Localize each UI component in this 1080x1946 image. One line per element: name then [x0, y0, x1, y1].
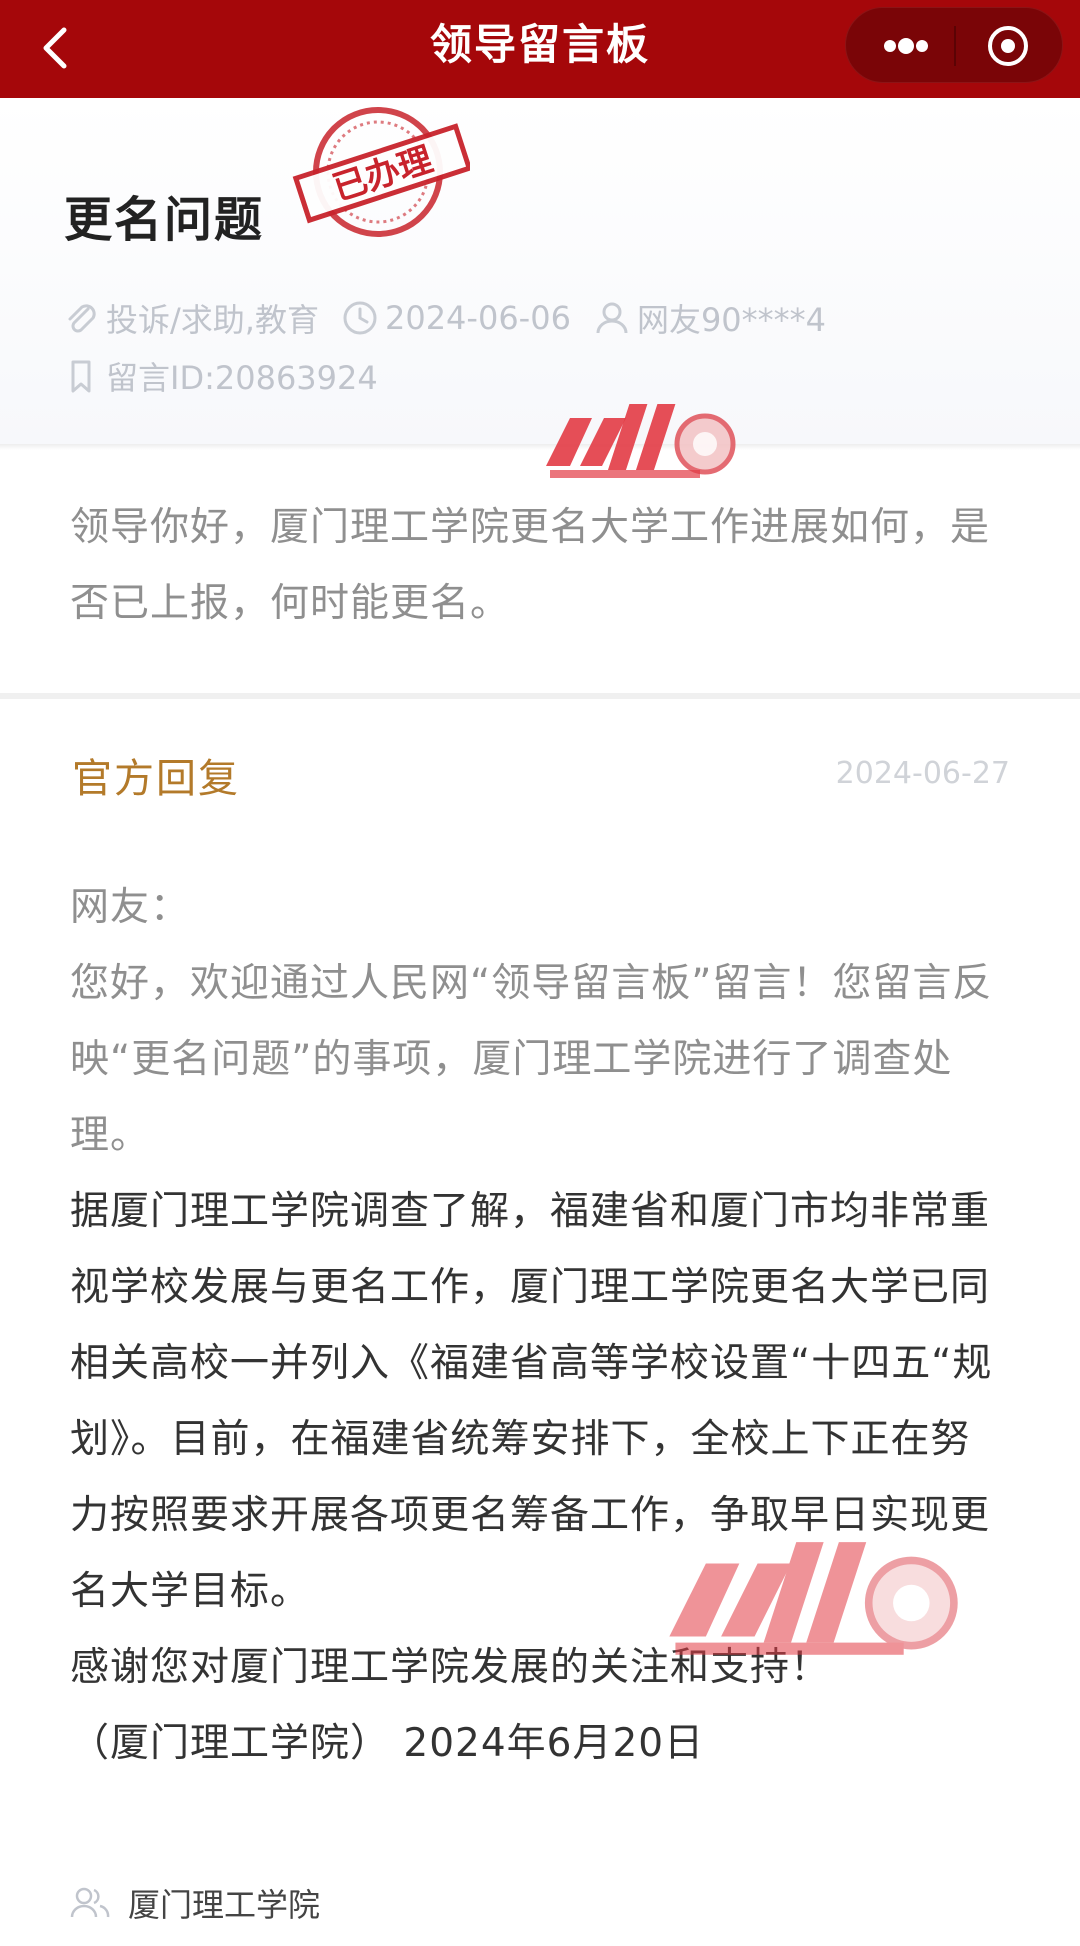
target-circle-icon	[988, 26, 1028, 66]
close-mini-program-button[interactable]	[966, 16, 1050, 76]
post-meta-row-2: 留言ID:20863924	[62, 354, 400, 398]
paperclip-icon	[68, 304, 96, 333]
more-dots-icon	[884, 38, 928, 54]
more-button[interactable]	[862, 16, 946, 76]
user-icon	[596, 302, 628, 334]
category-text: 投诉/求助,教育	[106, 301, 319, 339]
official-reply-label: 官方回复	[72, 756, 240, 802]
meta-date: 2024-06-06	[341, 299, 571, 337]
reply-greeting: 网友：	[70, 885, 191, 930]
post-meta-row-1: 投诉/求助,教育 2024-06-06 网友90****4	[62, 296, 848, 340]
bookmark-icon	[71, 360, 91, 393]
post-title: 更名问题	[64, 192, 265, 248]
reply-paragraph-1: 您好，欢迎通过人民网“领导留言板”留言！您留言反映“更名问题”的事项，厦门理工学…	[70, 961, 993, 1158]
message-id-text: 留言ID:20863924	[106, 359, 378, 397]
meta-message-id: 留言ID:20863924	[62, 353, 378, 399]
group-users-icon	[70, 1887, 110, 1918]
organization-name: 厦门理工学院	[128, 1886, 321, 1924]
reply-organization: 厦门理工学院	[70, 1880, 320, 1926]
mini-program-capsule	[845, 7, 1063, 83]
processed-stamp: 已办理	[292, 107, 470, 237]
reply-date: 2024-06-27	[835, 756, 1010, 791]
reply-signature: （厦门理工学院） 2024年6月20日	[70, 1721, 705, 1766]
top-nav-bar: 领导留言板	[0, 0, 1080, 98]
meta-category: 投诉/求助,教育	[62, 295, 319, 341]
news-watermark-logo	[546, 404, 736, 478]
meta-author: 网友90****4	[593, 295, 826, 341]
section-divider	[0, 693, 1080, 699]
post-date-text: 2024-06-06	[384, 299, 571, 337]
capsule-divider	[954, 26, 956, 66]
author-text: 网友90****4	[636, 301, 827, 339]
post-content: 领导你好，厦门理工学院更名大学工作进展如何，是否已上报，何时能更名。	[70, 505, 991, 626]
clock-icon	[343, 301, 377, 335]
news-watermark-logo-2	[669, 1542, 958, 1655]
